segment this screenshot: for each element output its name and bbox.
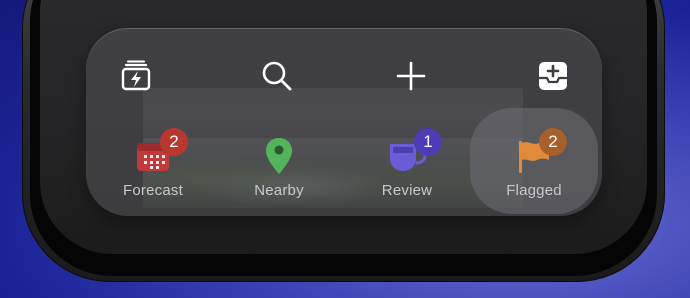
plus-icon — [396, 61, 426, 91]
flagged-badge: 2 — [539, 128, 567, 156]
tab-forecast[interactable]: 2 Forecast — [94, 128, 212, 210]
tab-nearby-label: Nearby — [254, 182, 304, 199]
review-badge: 1 — [414, 128, 442, 156]
quick-entry-icon — [121, 60, 151, 91]
flag-icon — [475, 136, 593, 176]
tab-flagged-label: Flagged — [506, 182, 562, 199]
location-pin-icon — [220, 136, 338, 176]
tab-review[interactable]: 1 Review — [348, 128, 466, 210]
tab-flagged[interactable]: 2 Flagged — [475, 128, 593, 210]
add-button[interactable] — [391, 56, 431, 96]
inbox-icon — [539, 62, 567, 90]
search-button[interactable] — [257, 56, 297, 96]
forecast-icon — [94, 136, 212, 176]
quick-entry-button[interactable] — [116, 56, 156, 96]
tab-nearby[interactable]: Nearby — [220, 128, 338, 210]
forecast-badge: 2 — [160, 128, 188, 156]
inbox-button[interactable] — [533, 56, 573, 96]
coffee-cup-icon — [348, 136, 466, 176]
search-icon — [262, 61, 292, 91]
tab-forecast-label: Forecast — [123, 182, 183, 199]
tab-review-label: Review — [381, 182, 433, 199]
